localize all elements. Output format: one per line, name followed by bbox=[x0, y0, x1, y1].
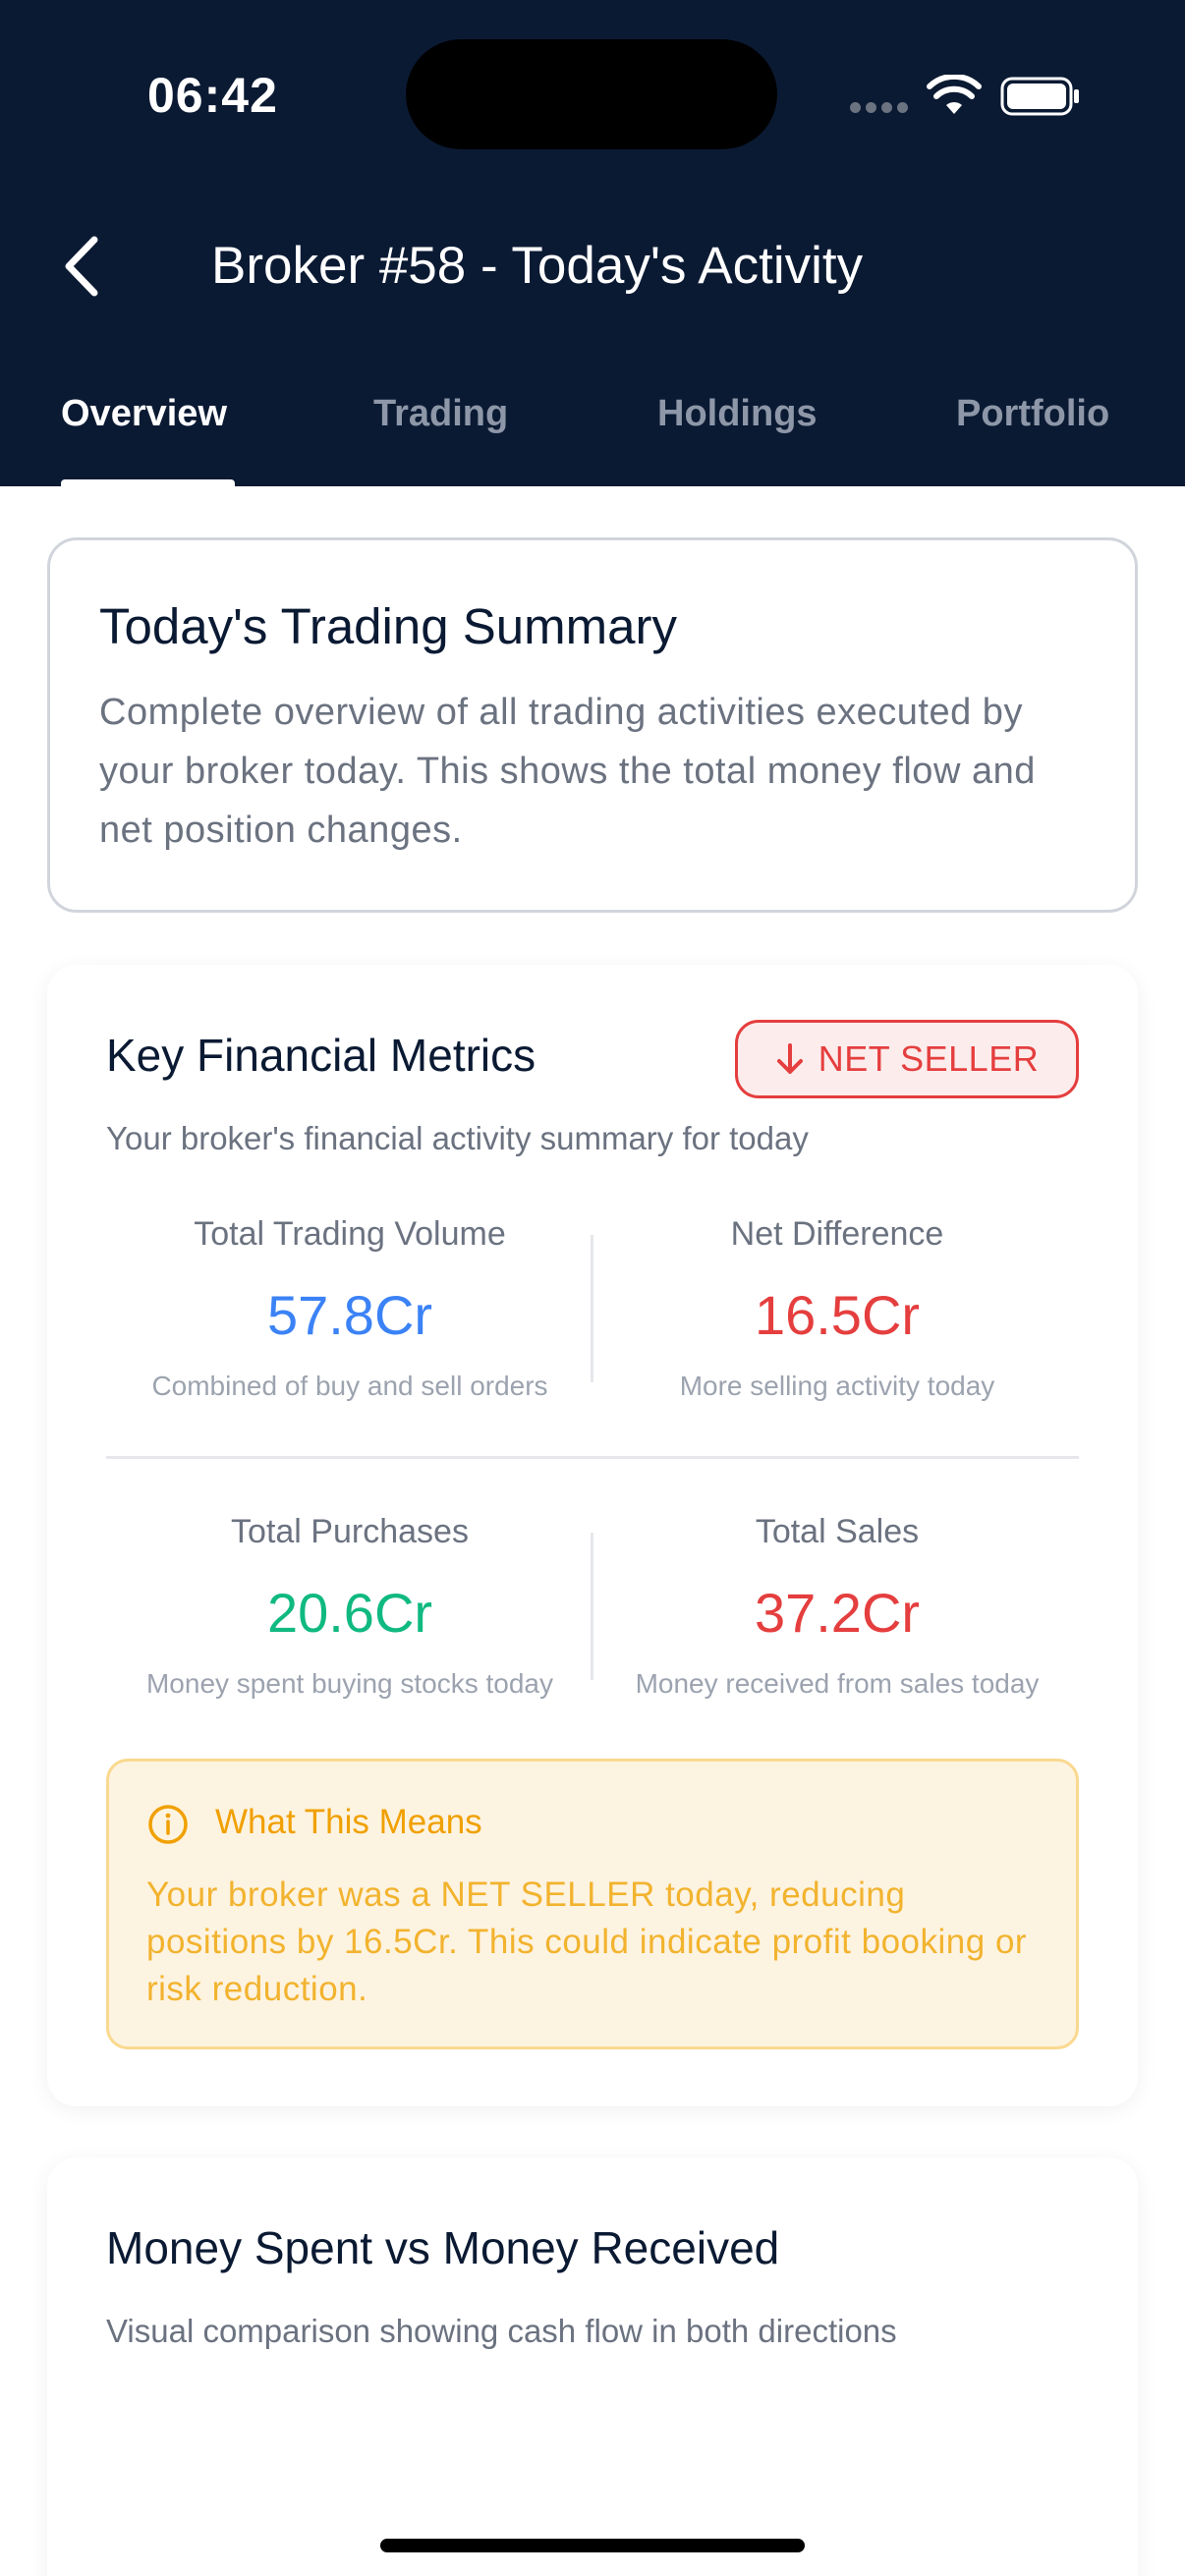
summary-description: Complete overview of all trading activit… bbox=[99, 692, 1036, 851]
net-seller-badge: NET SELLER bbox=[735, 1020, 1079, 1098]
chart-subtitle: Visual comparison showing cash flow in b… bbox=[106, 2313, 897, 2349]
metric-note: Money received from sales today bbox=[635, 1668, 1040, 1699]
metrics-title: Key Financial Metrics bbox=[106, 1030, 536, 1081]
info-title: What This Means bbox=[215, 1803, 482, 1841]
cellular-signal-icon bbox=[850, 102, 909, 114]
dynamic-island bbox=[406, 39, 777, 149]
metric-total-sales: Total Sales 37.2Cr Money received from s… bbox=[593, 1513, 1081, 1700]
metric-value: 57.8Cr bbox=[266, 1284, 433, 1346]
metric-value: 37.2Cr bbox=[754, 1582, 921, 1644]
tab-bar: Overview Trading Holdings Portfolio bbox=[0, 378, 1185, 486]
metric-label: Total Sales bbox=[755, 1513, 920, 1550]
tab-overview[interactable]: Overview bbox=[61, 393, 227, 435]
metric-label: Total Trading Volume bbox=[194, 1215, 506, 1253]
metric-row-divider bbox=[106, 1456, 1079, 1459]
metrics-card: Key Financial Metrics NET SELLER Your br… bbox=[47, 965, 1138, 2106]
metric-label: Total Purchases bbox=[231, 1513, 469, 1550]
what-this-means-box: What This Means Your broker was a NET SE… bbox=[106, 1759, 1079, 2049]
info-icon bbox=[148, 1805, 188, 1844]
metrics-subtitle: Your broker's financial activity summary… bbox=[106, 1120, 809, 1156]
metric-total-trading-volume: Total Trading Volume 57.8Cr Combined of … bbox=[106, 1215, 593, 1402]
back-chevron-icon[interactable] bbox=[57, 232, 106, 301]
metric-label: Net Difference bbox=[730, 1215, 944, 1253]
arrow-down-icon bbox=[776, 1043, 803, 1074]
wifi-icon bbox=[927, 75, 982, 114]
metric-note: Combined of buy and sell orders bbox=[151, 1371, 548, 1401]
metric-total-purchases: Total Purchases 20.6Cr Money spent buyin… bbox=[106, 1513, 593, 1700]
tab-trading[interactable]: Trading bbox=[373, 393, 508, 435]
metric-note: More selling activity today bbox=[679, 1371, 995, 1401]
metric-net-difference: Net Difference 16.5Cr More selling activ… bbox=[593, 1215, 1081, 1402]
chart-title: Money Spent vs Money Received bbox=[106, 2222, 780, 2273]
info-body: Your broker was a NET SELLER today, redu… bbox=[146, 1876, 1028, 2008]
tab-holdings[interactable]: Holdings bbox=[657, 393, 818, 435]
metric-value: 16.5Cr bbox=[754, 1284, 921, 1346]
tab-portfolio[interactable]: Portfolio bbox=[956, 393, 1109, 435]
summary-title: Today's Trading Summary bbox=[99, 598, 677, 654]
home-indicator[interactable] bbox=[380, 2539, 805, 2552]
status-time: 06:42 bbox=[147, 68, 278, 123]
metric-value: 20.6Cr bbox=[266, 1582, 433, 1644]
battery-icon bbox=[1000, 77, 1079, 116]
metric-note: Money spent buying stocks today bbox=[145, 1668, 553, 1699]
app-header: 06:42 Broker #58 - Today's Activity Over… bbox=[0, 0, 1185, 486]
money-flow-chart-card: Money Spent vs Money Received Visual com… bbox=[47, 2157, 1138, 2576]
page-title: Broker #58 - Today's Activity bbox=[211, 237, 864, 295]
badge-label: NET SELLER bbox=[818, 1038, 1040, 1079]
active-tab-indicator bbox=[61, 479, 235, 486]
summary-card: Today's Trading Summary Complete overvie… bbox=[47, 537, 1138, 913]
